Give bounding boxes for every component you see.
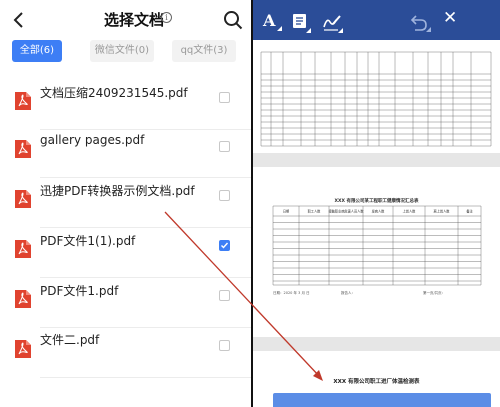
arrow-line bbox=[164, 211, 321, 378]
annotation-arrow bbox=[164, 211, 323, 381]
